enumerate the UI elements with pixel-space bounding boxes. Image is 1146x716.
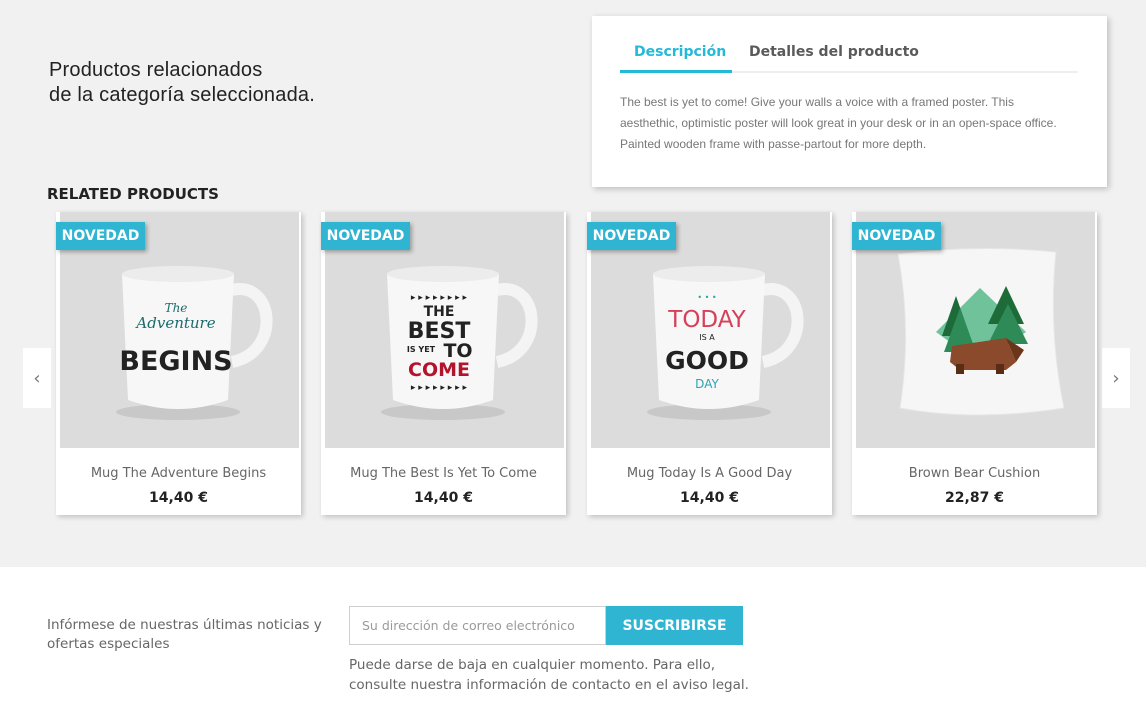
related-products-title: RELATED PRODUCTS [47, 185, 219, 203]
mug-art-text: GOOD [665, 346, 749, 375]
product-card-cushion[interactable]: NOVEDAD Brown Bear Cushion 22,87 € [852, 212, 1097, 515]
category-intro: Productos relacionados de la categoría s… [49, 58, 315, 108]
subscribe-button[interactable]: SUSCRIBIRSE [606, 606, 743, 645]
product-card-today[interactable]: • • • TODAY IS A GOOD DAY NOVEDAD Mug To… [587, 212, 832, 515]
product-name[interactable]: Mug Today Is A Good Day [587, 466, 832, 481]
chevron-right-icon: › [1112, 367, 1120, 389]
mug-art-text: Adventure [134, 314, 215, 332]
tab-product-details[interactable]: Detalles del producto [749, 44, 919, 60]
product-name[interactable]: Brown Bear Cushion [852, 466, 1097, 481]
product-price: 14,40 € [680, 490, 739, 506]
mug-art-text: THE [424, 304, 455, 320]
mug-art-text: BEGINS [119, 346, 232, 377]
mug-art-text: IS A [699, 333, 715, 342]
mug-art-text: The [165, 301, 188, 315]
tab-description[interactable]: Descripción [634, 44, 726, 60]
product-name[interactable]: Mug The Best Is Yet To Come [321, 466, 566, 481]
active-tab-indicator [620, 70, 732, 73]
new-badge: NOVEDAD [587, 222, 676, 250]
intro-line-1: Productos relacionados [49, 59, 263, 81]
product-price: 22,87 € [945, 490, 1004, 506]
newsletter-email-input[interactable] [349, 606, 606, 645]
product-card-best[interactable]: ▸ ▸ ▸ ▸ ▸ ▸ ▸ ▸ THE BEST IS YET TO COME … [321, 212, 566, 515]
mug-art-text: DAY [695, 377, 719, 391]
description-text: The best is yet to come! Give your walls… [620, 95, 1057, 151]
svg-text:▸ ▸ ▸ ▸ ▸ ▸ ▸ ▸: ▸ ▸ ▸ ▸ ▸ ▸ ▸ ▸ [411, 293, 468, 303]
product-price: 14,40 € [414, 490, 473, 506]
carousel-next-button[interactable]: › [1102, 348, 1130, 408]
new-badge: NOVEDAD [321, 222, 410, 250]
intro-line-2: de la categoría seleccionada. [49, 84, 315, 106]
svg-text:▸ ▸ ▸ ▸ ▸ ▸ ▸ ▸: ▸ ▸ ▸ ▸ ▸ ▸ ▸ ▸ [411, 383, 468, 393]
tabs-nav: Descripción Detalles del producto [620, 40, 1078, 73]
svg-text:• • •: • • • [697, 293, 716, 302]
product-name[interactable]: Mug The Adventure Begins [56, 466, 301, 481]
product-price: 14,40 € [149, 490, 208, 506]
carousel-prev-button[interactable]: ‹ [23, 348, 51, 408]
newsletter-note: Puede darse de baja en cualquier momento… [349, 657, 749, 693]
chevron-left-icon: ‹ [33, 367, 41, 389]
mug-art-text: IS YET [407, 345, 436, 354]
product-card-adventure[interactable]: The Adventure BEGINS NOVEDAD Mug The Adv… [56, 212, 301, 515]
new-badge: NOVEDAD [852, 222, 941, 250]
product-tabs-panel: Descripción Detalles del producto The be… [592, 16, 1107, 187]
mug-art-text: COME [408, 359, 470, 381]
new-badge: NOVEDAD [56, 222, 145, 250]
newsletter-text: Infórmese de nuestras últimas noticias y… [47, 617, 322, 652]
mug-art-text: TODAY [667, 307, 746, 333]
